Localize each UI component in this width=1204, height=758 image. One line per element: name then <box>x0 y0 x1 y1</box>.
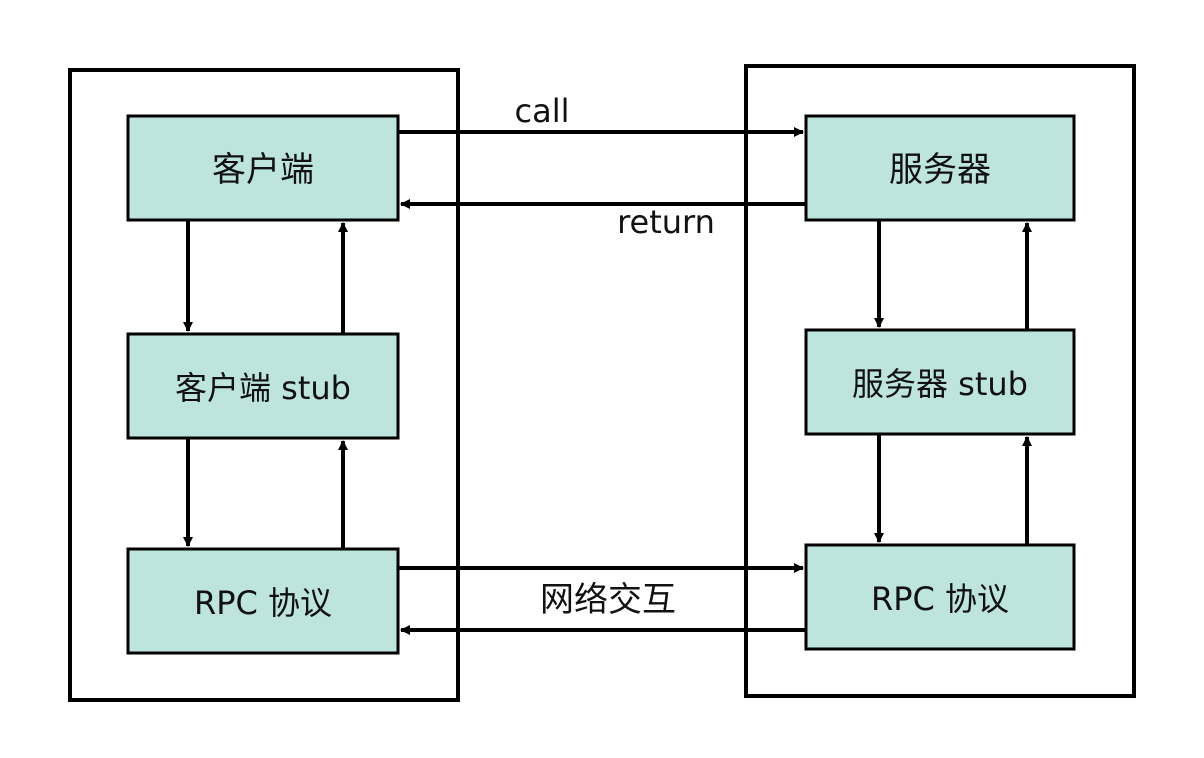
server-stub-box: 服务器 stub <box>804 328 1076 436</box>
server-app-box: 服务器 <box>804 114 1076 222</box>
return-label: return <box>617 203 715 241</box>
client-app-label: 客户端 <box>212 150 314 190</box>
client-stub-label: 客户端 stub <box>175 369 351 407</box>
client-protocol-box: RPC 协议 <box>126 547 400 655</box>
call-label: call <box>515 92 570 130</box>
client-stub-box: 客户端 stub <box>126 332 400 440</box>
server-protocol-box: RPC 协议 <box>804 543 1076 651</box>
client-app-box: 客户端 <box>126 114 400 222</box>
server-protocol-label: RPC 协议 <box>871 580 1009 618</box>
client-protocol-label: RPC 协议 <box>194 584 332 622</box>
network-label: 网络交互 <box>540 580 676 620</box>
server-stub-label: 服务器 stub <box>852 365 1028 403</box>
rpc-diagram: 客户端 客户端 stub RPC 协议 服务器 服务器 stub RPC 协议 … <box>68 64 1136 702</box>
server-app-label: 服务器 <box>889 150 991 190</box>
